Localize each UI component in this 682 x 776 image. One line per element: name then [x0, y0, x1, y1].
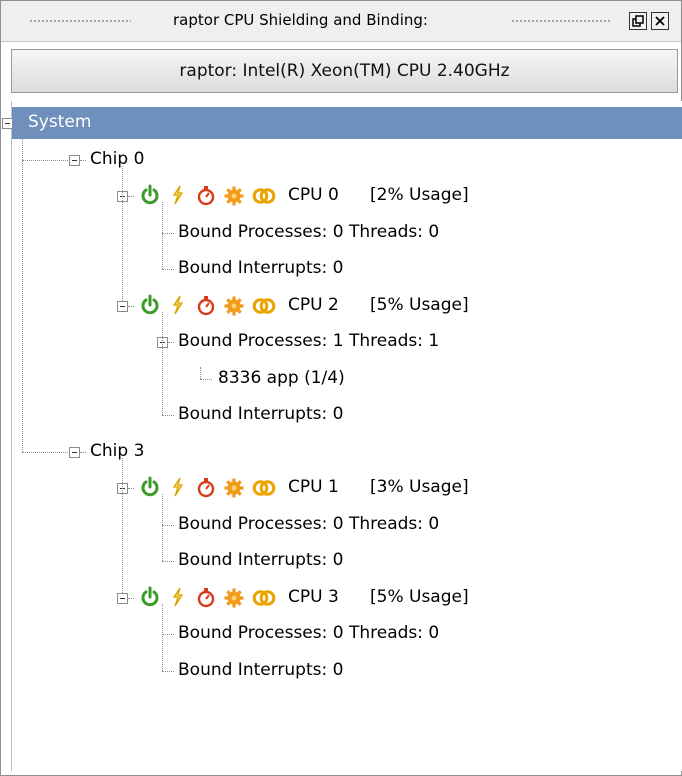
tree-node-system[interactable]: System [28, 112, 91, 132]
title-bar[interactable]: raptor CPU Shielding and Binding: [1, 1, 681, 42]
chip-expander[interactable] [69, 154, 80, 166]
timer-icon[interactable] [196, 476, 216, 498]
chip-expander[interactable] [69, 446, 80, 458]
title-grip-left[interactable] [29, 19, 131, 23]
bound-interrupts-node[interactable]: Bound Interrupts: 0 [178, 404, 343, 424]
cpu-name[interactable]: CPU 1 [288, 477, 339, 497]
cpu-connector [128, 305, 134, 307]
process-node[interactable]: 8336 app (1/4) [218, 368, 345, 388]
cpu-connector [128, 196, 134, 197]
bound-processes-connector [162, 232, 174, 234]
cpu-children-vertical-line [162, 494, 163, 561]
timer-icon[interactable] [196, 184, 216, 206]
title-grip-right[interactable] [511, 19, 611, 23]
cpu-name[interactable]: CPU 2 [288, 295, 339, 315]
chip-children-vertical-line [122, 165, 123, 301]
bound-interrupts-connector [162, 561, 174, 562]
lightning-icon[interactable] [168, 476, 188, 498]
restore-window-icon [632, 15, 644, 27]
lightning-icon[interactable] [168, 184, 188, 206]
bound-processes-connector [162, 634, 174, 635]
gear-icon[interactable] [224, 586, 244, 608]
cpu-name[interactable]: CPU 3 [288, 587, 339, 607]
gear-icon[interactable] [224, 294, 244, 316]
bound-processes-node[interactable]: Bound Processes: 0 Threads: 0 [178, 514, 439, 534]
tree-node-chip[interactable]: Chip 3 [90, 441, 144, 461]
power-icon[interactable] [140, 184, 160, 206]
cpu-connector [128, 597, 134, 599]
lightning-icon[interactable] [168, 294, 188, 316]
machine-header-button[interactable]: raptor: Intel(R) Xeon(TM) CPU 2.40GHz [11, 49, 678, 93]
binding-rings-icon[interactable] [252, 294, 276, 316]
bound-interrupts-node[interactable]: Bound Interrupts: 0 [178, 550, 343, 570]
chip-children-vertical-line [122, 457, 123, 593]
cpu-name[interactable]: CPU 0 [288, 185, 339, 205]
power-icon[interactable] [140, 294, 160, 316]
bound-interrupts-node[interactable]: Bound Interrupts: 0 [178, 660, 343, 680]
bound-interrupts-connector [162, 415, 174, 416]
restore-button[interactable] [629, 12, 647, 30]
power-icon[interactable] [140, 586, 160, 608]
timer-icon[interactable] [196, 294, 216, 316]
cpu-usage: [3% Usage] [370, 477, 469, 497]
binding-rings-icon[interactable] [252, 184, 276, 206]
chip-connector [80, 451, 86, 453]
close-button[interactable] [651, 12, 669, 30]
system-chip-connector [22, 451, 68, 453]
cpu-shielding-window: raptor CPU Shielding and Binding: raptor… [0, 0, 682, 776]
system-children-vertical-line [22, 129, 23, 452]
gear-icon[interactable] [224, 476, 244, 498]
cpu-expander[interactable] [117, 300, 128, 312]
cpu-children-vertical-line [162, 311, 163, 415]
close-window-icon [655, 16, 665, 26]
chip-connector [80, 159, 86, 161]
cpu-usage: [2% Usage] [370, 185, 469, 205]
cpu-usage: [5% Usage] [370, 294, 469, 315]
bound-processes-connector [168, 342, 174, 343]
gear-icon[interactable] [224, 184, 244, 206]
bound-interrupts-node[interactable]: Bound Interrupts: 0 [178, 258, 343, 278]
cpu-connector [128, 488, 134, 489]
timer-icon[interactable] [196, 586, 216, 608]
cpu-tree[interactable]: System Chip 0 CPU 0 [2% Usage] Bound Process… [2, 101, 682, 771]
cpu-expander[interactable] [117, 592, 128, 604]
system-chip-connector [22, 159, 68, 161]
system-expander[interactable] [2, 118, 13, 129]
bound-processes-node[interactable]: Bound Processes: 0 Threads: 0 [178, 222, 439, 242]
binding-rings-icon[interactable] [252, 586, 276, 608]
lightning-icon[interactable] [168, 586, 188, 608]
bound-interrupts-connector [162, 269, 174, 270]
tree-node-chip[interactable]: Chip 0 [90, 149, 144, 169]
bound-processes-node[interactable]: Bound Processes: 0 Threads: 0 [178, 623, 439, 643]
power-icon[interactable] [140, 476, 160, 498]
bound-interrupts-connector [162, 670, 174, 672]
process-connector [200, 378, 212, 380]
bound-processes-node[interactable]: Bound Processes: 1 Threads: 1 [178, 331, 439, 351]
bound-processes-connector [162, 524, 174, 526]
selected-row-highlight [12, 107, 682, 139]
binding-rings-icon[interactable] [252, 476, 276, 498]
cpu-children-vertical-line [162, 603, 163, 671]
process-elbow [200, 366, 201, 379]
system-connector [18, 123, 24, 124]
cpu-usage: [5% Usage] [370, 586, 469, 607]
cpu-children-vertical-line [162, 202, 163, 269]
window-title: raptor CPU Shielding and Binding: [173, 11, 428, 29]
